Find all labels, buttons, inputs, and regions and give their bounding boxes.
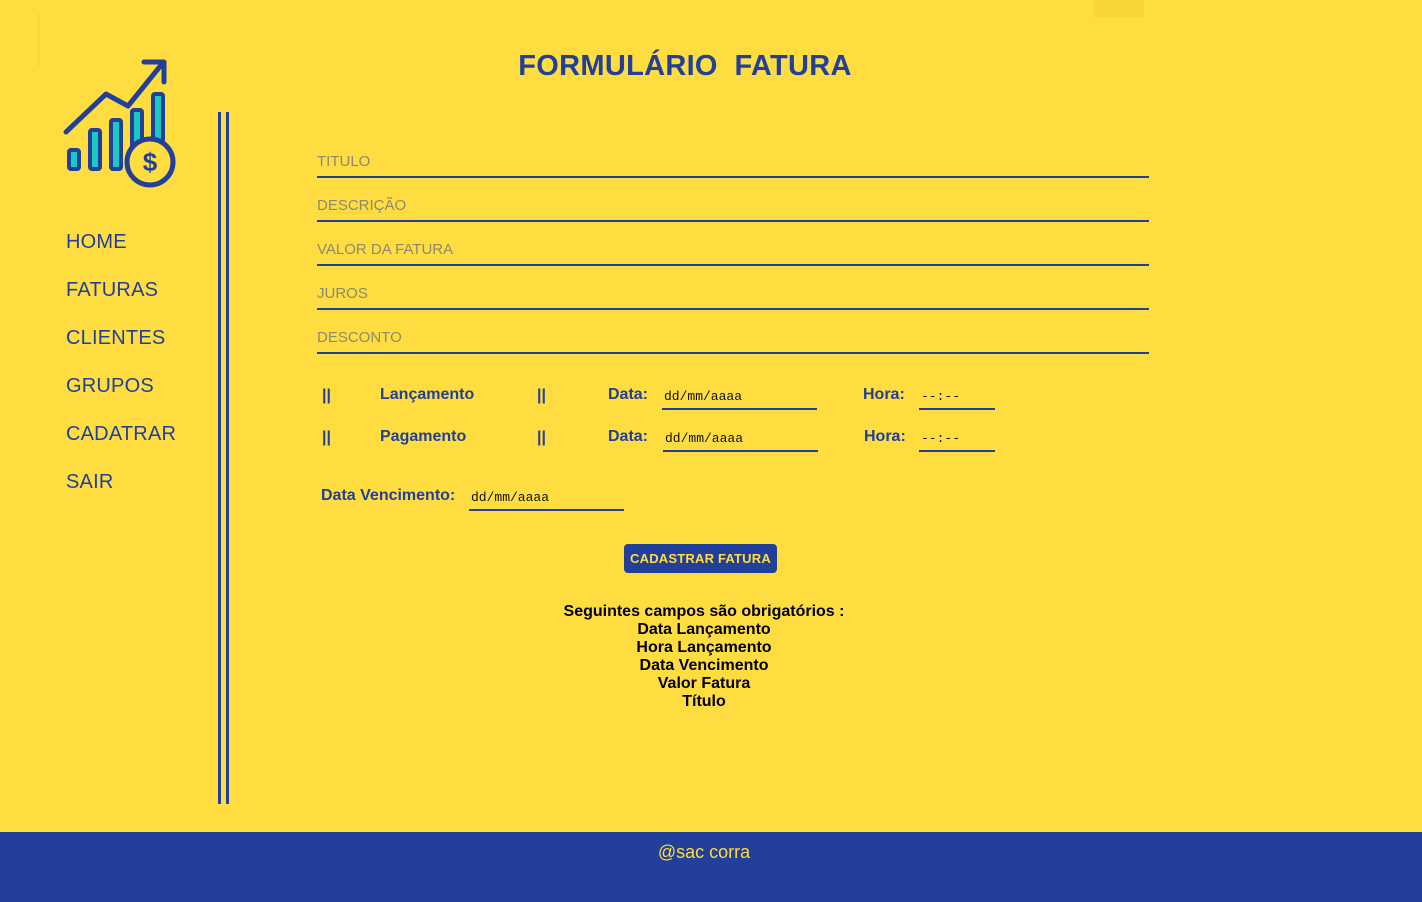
growth-chart-dollar-icon: $: [63, 59, 176, 188]
desconto-input[interactable]: [317, 326, 1149, 348]
separator: ||: [322, 429, 331, 446]
nav-link-grupos[interactable]: GRUPOS: [66, 372, 154, 400]
nav-link-faturas[interactable]: FATURAS: [66, 276, 158, 304]
required-item: Hora Lançamento: [636, 639, 772, 656]
pagamento-date-label: Data:: [608, 428, 649, 445]
pagamento-label: Pagamento: [380, 428, 467, 445]
lancamento-time-label: Hora:: [863, 386, 905, 403]
nav-link-cadastrar[interactable]: CADATRAR: [66, 420, 176, 448]
cadastrar-fatura-button[interactable]: CADASTRAR FATURA: [624, 544, 777, 573]
separator: ||: [322, 387, 331, 404]
required-item: Título: [682, 693, 726, 710]
nav-link-home[interactable]: HOME: [66, 228, 127, 256]
required-heading: Seguintes campos são obrigatórios :: [563, 603, 845, 620]
required-fields-notice: Seguintes campos são obrigatórios : Data…: [504, 603, 904, 711]
sidebar-divider: [226, 112, 229, 804]
juros-field: [317, 276, 1149, 310]
required-item: Data Lançamento: [637, 621, 771, 638]
nav-link-clientes[interactable]: CLIENTES: [66, 324, 165, 352]
svg-text:$: $: [143, 147, 158, 177]
required-item: Valor Fatura: [657, 675, 751, 692]
descricao-field: [317, 188, 1149, 222]
lancamento-time-input[interactable]: --:--: [919, 384, 995, 410]
vencimento-date-input[interactable]: dd/mm/aaaa: [469, 485, 624, 511]
separator: ||: [537, 429, 546, 446]
valor-fatura-field: [317, 232, 1149, 266]
page: $ HOME FATURAS CLIENTES GRUPOS CADATRAR …: [0, 0, 1422, 902]
vencimento-label: Data Vencimento:: [321, 487, 456, 504]
pagamento-date-input[interactable]: dd/mm/aaaa: [663, 426, 818, 452]
lancamento-date-label: Data:: [608, 386, 649, 403]
footer: @sac corra: [0, 832, 1422, 902]
valor-fatura-input[interactable]: [317, 238, 1149, 260]
lancamento-date-input[interactable]: dd/mm/aaaa: [662, 384, 817, 410]
lancamento-label: Lançamento: [380, 386, 475, 403]
juros-input[interactable]: [317, 282, 1149, 304]
footer-text: @sac corra: [657, 842, 751, 862]
nav-link-sair[interactable]: SAIR: [66, 468, 113, 496]
descricao-input[interactable]: [317, 194, 1149, 216]
required-item: Data Vencimento: [639, 657, 769, 674]
pagamento-time-label: Hora:: [864, 428, 906, 445]
pagamento-time-input[interactable]: --:--: [919, 426, 995, 452]
sidebar-divider: [218, 112, 221, 804]
sidebar-nav: HOME FATURAS CLIENTES GRUPOS CADATRAR SA…: [66, 228, 176, 516]
decorative-shape: [38, 14, 40, 66]
page-title: FORMULÁRIO FATURA: [518, 50, 852, 82]
titulo-input[interactable]: [317, 150, 1149, 172]
desconto-field: [317, 320, 1149, 354]
decorative-shape: [1094, 0, 1144, 17]
titulo-field: [317, 144, 1149, 178]
separator: ||: [537, 387, 546, 404]
